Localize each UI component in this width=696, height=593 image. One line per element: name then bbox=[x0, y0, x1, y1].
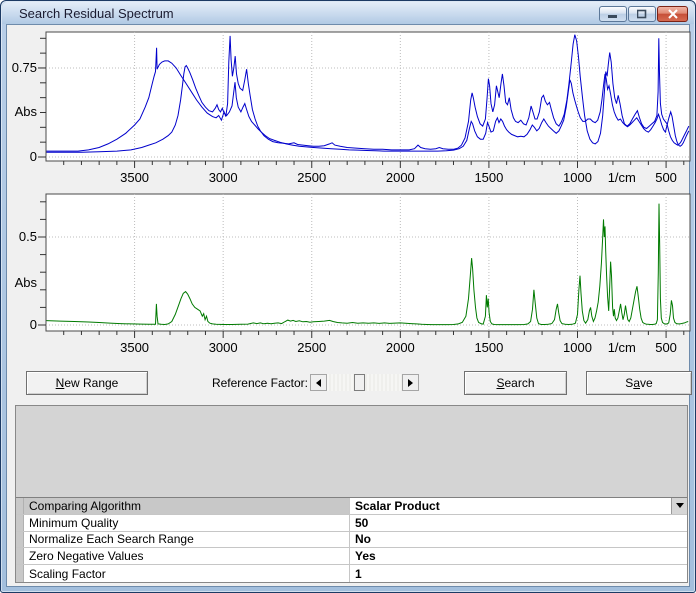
y-tick-label: 0 bbox=[30, 149, 37, 164]
x-axis-unit-label: 1/cm bbox=[608, 340, 636, 355]
x-tick-label: 500 bbox=[655, 340, 677, 355]
param-label: Comparing Algorithm bbox=[24, 498, 350, 514]
close-button[interactable] bbox=[657, 6, 688, 22]
table-row-zero-negative-values[interactable]: Zero Negative Values Yes bbox=[16, 548, 687, 565]
new-range-button[interactable]: New Range bbox=[26, 371, 148, 395]
arrow-right-icon bbox=[408, 379, 413, 387]
table-row-normalize-each-search-range[interactable]: Normalize Each Search Range No bbox=[16, 532, 687, 549]
y-axis-label: Abs bbox=[15, 275, 38, 290]
param-value-dropdown[interactable]: Scalar Product bbox=[350, 498, 687, 514]
parameter-table: Comparing Algorithm Scalar Product Minim… bbox=[16, 497, 687, 582]
maximize-icon bbox=[637, 9, 647, 19]
y-tick-label: 0.75 bbox=[12, 60, 37, 75]
x-tick-label: 2500 bbox=[297, 340, 326, 355]
x-tick-label: 3000 bbox=[209, 340, 238, 355]
x-tick-label: 2500 bbox=[297, 170, 326, 185]
x-tick-label: 500 bbox=[655, 170, 677, 185]
table-row-comparing-algorithm[interactable]: Comparing Algorithm Scalar Product bbox=[16, 498, 687, 515]
search-results-panel[interactable]: Comparing Algorithm Scalar Product Minim… bbox=[15, 405, 688, 583]
client-area: 3500300025002000150010005001/cm0.750Abs … bbox=[6, 24, 690, 587]
spectrum-chart-bottom[interactable]: 3500 3000 2500 2000 1500 1000 500 1/cm 0.5 0 Abs bbox=[7, 188, 693, 360]
minimize-icon bbox=[608, 10, 618, 19]
row-gutter bbox=[16, 548, 24, 564]
y-tick-label: 0.5 bbox=[19, 229, 37, 244]
reference-factor-scrollbar[interactable] bbox=[310, 374, 419, 391]
row-gutter bbox=[16, 532, 24, 548]
scrollbar-thumb[interactable] bbox=[354, 374, 365, 391]
minimize-button[interactable] bbox=[599, 6, 627, 22]
y-axis-label: Abs bbox=[15, 104, 38, 119]
x-tick-label: 1500 bbox=[474, 170, 503, 185]
search-button[interactable]: Search bbox=[464, 371, 567, 395]
window: Search Residual Spectrum 3500 3000 2500 200… bbox=[0, 0, 696, 593]
x-tick-label: 1000 bbox=[563, 340, 592, 355]
arrow-left-icon bbox=[316, 379, 321, 387]
x-tick-label: 1500 bbox=[474, 340, 503, 355]
x-tick-label: 2000 bbox=[386, 340, 415, 355]
x-tick-label: 2000 bbox=[386, 170, 415, 185]
titlebar[interactable]: Search Residual Spectrum bbox=[2, 2, 694, 24]
caption-buttons bbox=[598, 6, 688, 22]
row-gutter bbox=[16, 515, 24, 531]
table-row-scaling-factor[interactable]: Scaling Factor 1 bbox=[16, 565, 687, 582]
x-axis-unit-label: 1/cm bbox=[608, 170, 636, 185]
plot-area bbox=[46, 32, 690, 161]
scrollbar-left-button[interactable] bbox=[310, 374, 327, 391]
scrollbar-track[interactable] bbox=[327, 374, 402, 391]
spectrum-chart-top[interactable]: 3500 3000 2500 2000 1500 1000 500 1/cm 0.75 0 Abs bbox=[7, 26, 693, 188]
scrollbar-right-button[interactable] bbox=[402, 374, 419, 391]
param-label: Zero Negative Values bbox=[24, 548, 350, 564]
save-button[interactable]: Save bbox=[586, 371, 692, 395]
x-tick-label: 3500 bbox=[120, 170, 149, 185]
param-value[interactable]: No bbox=[350, 532, 687, 548]
x-tick-label: 3500 bbox=[120, 340, 149, 355]
param-value[interactable]: Yes bbox=[350, 548, 687, 564]
dropdown-button[interactable] bbox=[671, 498, 687, 514]
x-tick-label: 1000 bbox=[563, 170, 592, 185]
close-icon bbox=[668, 9, 678, 19]
param-value[interactable]: 1 bbox=[350, 565, 687, 582]
plot-area bbox=[46, 194, 690, 331]
param-label: Minimum Quality bbox=[24, 515, 350, 531]
param-label: Scaling Factor bbox=[24, 565, 350, 582]
param-value[interactable]: 50 bbox=[350, 515, 687, 531]
maximize-button[interactable] bbox=[628, 6, 656, 22]
dropdown-arrow-icon bbox=[676, 503, 684, 508]
row-gutter bbox=[16, 498, 24, 514]
x-tick-label: 3000 bbox=[209, 170, 238, 185]
table-row-minimum-quality[interactable]: Minimum Quality 50 bbox=[16, 515, 687, 532]
y-tick-label: 0 bbox=[30, 317, 37, 332]
reference-factor-label: Reference Factor: bbox=[157, 376, 308, 390]
row-gutter bbox=[16, 565, 24, 582]
window-title: Search Residual Spectrum bbox=[19, 6, 174, 21]
param-label: Normalize Each Search Range bbox=[24, 532, 350, 548]
